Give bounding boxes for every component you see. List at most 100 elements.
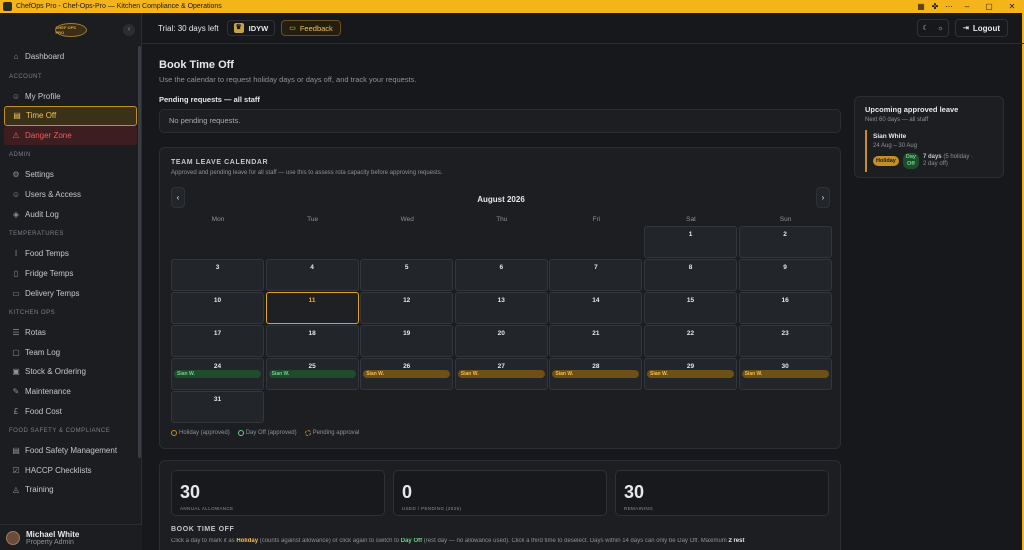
calendar-day[interactable]: 22 <box>644 325 737 357</box>
calendar-day[interactable]: 28 Sian W. <box>549 358 643 390</box>
sidebar-item-label: HACCP Checklists <box>25 465 92 475</box>
calendar-day[interactable]: 6 <box>454 259 548 291</box>
calendar-day[interactable]: 25 Sian W. <box>265 358 359 390</box>
day-number: 2 <box>783 231 787 238</box>
thermometer-icon: ǀ <box>14 249 18 259</box>
feedback-button[interactable]: ▭ Feedback <box>281 20 341 36</box>
calendar-day[interactable]: 21 <box>549 325 643 357</box>
leave-event[interactable]: Sian W. <box>457 370 545 378</box>
calendar-day[interactable]: 10 <box>171 292 264 324</box>
leave-event[interactable]: Sian W. <box>174 370 261 378</box>
calendar-day[interactable]: 20 <box>454 325 548 357</box>
sidebar-item-haccp[interactable]: ☑ HACCP Checklists <box>4 460 137 480</box>
calendar-day[interactable]: 7 <box>549 259 643 291</box>
calendar-day[interactable]: 8 <box>644 259 737 291</box>
calendar-day[interactable]: 12 <box>360 292 454 324</box>
sidebar-item-stock-ordering[interactable]: ▣ Stock & Ordering <box>4 362 137 382</box>
leave-event[interactable]: Sian W. <box>552 370 640 378</box>
section-account: ACCOUNT <box>9 73 43 80</box>
collapse-sidebar-button[interactable]: ‹ <box>123 24 135 36</box>
users-icon: ☺ <box>11 190 21 200</box>
next-month-button[interactable]: › <box>816 187 830 208</box>
list-icon: ☰ <box>12 327 20 337</box>
calendar-day[interactable]: 4 <box>265 259 359 291</box>
leave-event[interactable]: Sian W. <box>363 370 451 378</box>
maximize-icon[interactable]: ▢ <box>978 0 1000 13</box>
calendar-day[interactable]: 18 <box>265 325 359 357</box>
sidebar-item-time-off[interactable]: ▤ Time Off <box>4 106 137 126</box>
calendar-day[interactable]: 27 Sian W. <box>454 358 548 390</box>
calendar-day[interactable]: 2 <box>738 226 832 258</box>
calendar-day[interactable]: 13 <box>454 292 548 324</box>
sidebar-item-rotas[interactable]: ☰ Rotas <box>4 323 137 343</box>
minimize-icon[interactable]: – <box>956 0 978 13</box>
calendar-day[interactable]: 30 Sian W. <box>738 358 832 390</box>
pending-requests-box: No pending requests. <box>159 109 841 133</box>
leave-event[interactable]: Sian W. <box>268 370 356 378</box>
leave-event[interactable]: Sian W. <box>741 370 829 378</box>
sidebar-item-training[interactable]: ◬ Training <box>4 480 137 500</box>
dayoff-badge: Day Off <box>902 153 919 169</box>
sidebar-item-label: Fridge Temps <box>25 268 74 278</box>
sidebar-item-settings[interactable]: ⚙ Settings <box>4 165 137 185</box>
org-switcher[interactable]: ♛ IDYW <box>226 20 276 36</box>
day-number: 19 <box>403 330 411 337</box>
calendar-day[interactable]: 19 <box>360 325 454 357</box>
calendar-day[interactable]: 23 <box>738 325 832 357</box>
book-dayoff-term: Day Off <box>400 538 423 544</box>
more-icon[interactable]: ⋯ <box>942 2 956 11</box>
sidebar-item-my-profile[interactable]: ☺ My Profile <box>4 86 137 106</box>
sidebar-item-food-cost[interactable]: £ Food Cost <box>4 401 137 421</box>
sidebar-item-food-temps[interactable]: ǀ Food Temps <box>4 244 137 264</box>
sidebar-item-label: Audit Log <box>25 209 59 219</box>
sidebar-item-fridge-temps[interactable]: ▯ Fridge Temps <box>4 264 137 284</box>
sidebar-item-maintenance[interactable]: ✎ Maintenance <box>4 382 137 402</box>
sidebar-item-label: Rotas <box>25 327 46 337</box>
calendar-day[interactable]: 14 <box>549 292 643 324</box>
calendar-day[interactable]: 26 Sian W. <box>360 358 454 390</box>
calendar-day[interactable]: 29 Sian W. <box>644 358 737 390</box>
sidebar-item-delivery-temps[interactable]: ▭ Delivery Temps <box>4 283 137 303</box>
calendar-day-today[interactable]: 11 <box>265 292 359 324</box>
leave-event[interactable]: Sian W. <box>647 370 734 378</box>
calendar-description: Approved and pending leave for all staff… <box>171 170 443 176</box>
extension-icon[interactable]: ✤ <box>928 2 942 11</box>
calendar-day[interactable]: 16 <box>738 292 832 324</box>
sidebar-scrollbar[interactable] <box>138 46 141 458</box>
sidebar-item-label: Food Safety Management <box>25 446 118 456</box>
sidebar-item-users-access[interactable]: ☺ Users & Access <box>4 185 137 205</box>
calendar-day[interactable]: 1 <box>644 226 737 258</box>
user-footer[interactable]: Michael White Property Admin <box>0 524 142 550</box>
day-number: 3 <box>215 264 220 271</box>
sidebar-item-label: Training <box>25 485 54 495</box>
book-title: BOOK TIME OFF <box>171 526 235 533</box>
legend-dayoff-label: Day Off (approved) <box>245 430 297 436</box>
sidebar-item-audit-log[interactable]: ◈ Audit Log <box>4 205 137 225</box>
close-icon[interactable]: ✕ <box>1000 0 1024 13</box>
leave-entry[interactable]: Sian White 24 Aug – 30 Aug Holiday Day Of… <box>865 130 997 172</box>
calendar-legend: Holiday (approved) Day Off (approved) Pe… <box>171 430 359 436</box>
calendar-day[interactable]: 9 <box>738 259 832 291</box>
calendar-day[interactable]: 15 <box>644 292 737 324</box>
stat-used-pending: 0 USED / PENDING (2026) <box>393 470 607 516</box>
calendar-day[interactable]: 24 Sian W. <box>171 358 264 390</box>
sidebar-item-danger-zone[interactable]: ⚠ Danger Zone <box>4 125 137 146</box>
sidebar-item-label: Team Log <box>25 347 61 357</box>
day-number: 6 <box>499 264 504 271</box>
weekday-header: Thu <box>496 216 508 223</box>
book-holiday-term: Holiday <box>236 538 259 544</box>
sidebar-item-dashboard[interactable]: ⌂ Dashboard <box>4 47 137 67</box>
calendar-day[interactable]: 3 <box>171 259 264 291</box>
qr-icon[interactable]: ▦ <box>914 2 928 11</box>
calendar-day[interactable]: 17 <box>171 325 264 357</box>
calendar-day[interactable]: 31 <box>171 391 264 423</box>
upcoming-title: Upcoming approved leave <box>865 105 959 114</box>
sidebar-item-team-log[interactable]: ▢ Team Log <box>4 342 137 362</box>
leave-days-count: 7 days <box>922 154 942 160</box>
sidebar-item-food-safety-management[interactable]: ▤ Food Safety Management <box>4 441 137 461</box>
theme-toggle[interactable]: ☾ ☼ <box>917 19 950 37</box>
logout-button[interactable]: ⇥ Logout <box>955 19 1008 37</box>
sidebar-item-label: Food Temps <box>25 249 69 259</box>
sidebar-item-label: Danger Zone <box>25 131 72 141</box>
calendar-day[interactable]: 5 <box>360 259 454 291</box>
